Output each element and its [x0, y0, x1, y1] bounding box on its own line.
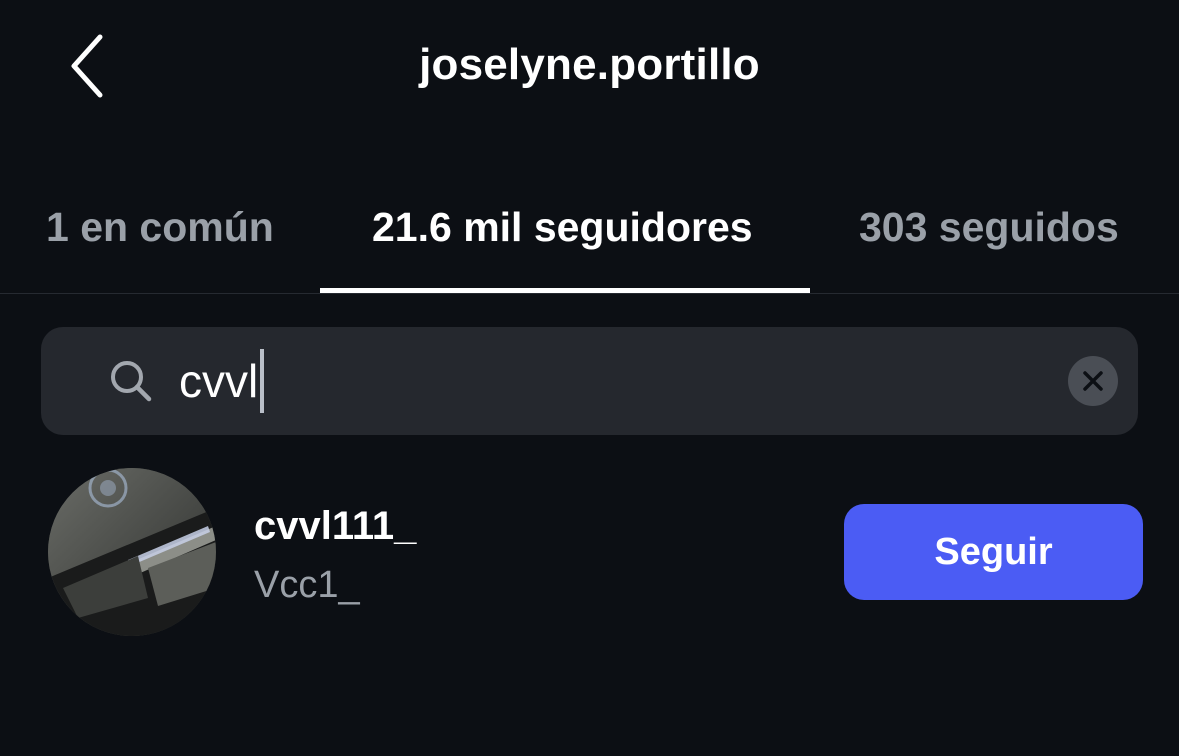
- tab-mutual[interactable]: 1 en común: [46, 204, 274, 251]
- tab-following[interactable]: 303 seguidos: [859, 204, 1119, 251]
- avatar-image: [48, 468, 216, 636]
- search-input[interactable]: cvvl: [179, 349, 265, 413]
- list-item[interactable]: cvvl111_ Vcc1_ Seguir: [0, 462, 1179, 642]
- clear-icon: [1083, 371, 1103, 391]
- follow-button[interactable]: Seguir: [844, 504, 1143, 600]
- tab-followers[interactable]: 21.6 mil seguidores: [372, 204, 753, 251]
- search-bar[interactable]: cvvl: [41, 327, 1138, 435]
- text-caret: [260, 349, 265, 413]
- result-full-name: Vcc1_: [254, 564, 360, 606]
- clear-search-button[interactable]: [1068, 356, 1118, 406]
- search-icon: [111, 361, 152, 402]
- active-tab-indicator: [320, 288, 810, 293]
- result-username[interactable]: cvvl111_: [254, 504, 416, 549]
- top-bar: joselyne.portillo: [0, 0, 1179, 140]
- avatar[interactable]: [48, 468, 216, 636]
- search-input-value: cvvl: [179, 355, 259, 407]
- tab-bar: 1 en común 21.6 mil seguidores 303 segui…: [0, 190, 1179, 294]
- page-title: joselyne.portillo: [419, 40, 760, 89]
